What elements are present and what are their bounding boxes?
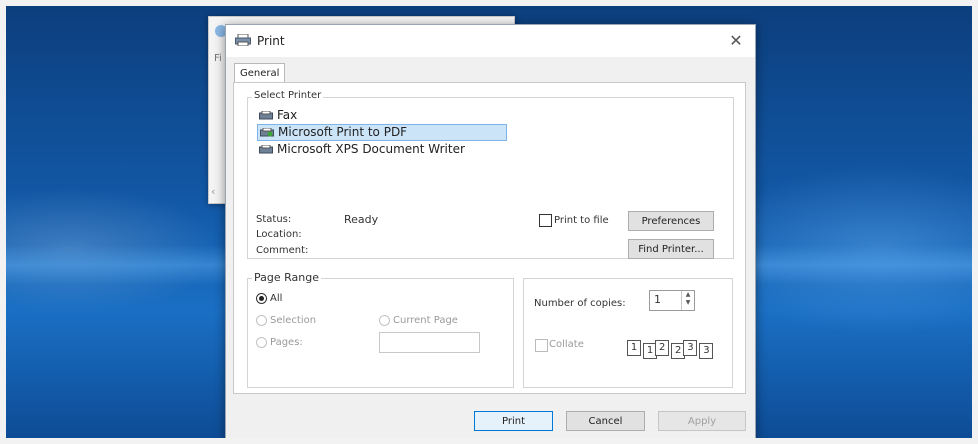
spin-arrows-icon[interactable]: ▲ ▼ <box>681 291 694 310</box>
copies-value: 1 <box>654 293 661 306</box>
printer-list: Fax Microsoft Print to PDF Microsoft XPS… <box>257 107 517 158</box>
printer-name: Microsoft Print to PDF <box>278 125 408 139</box>
print-button[interactable]: Print <box>474 411 553 431</box>
selection-label[interactable]: Selection <box>270 315 316 326</box>
collate-checkbox[interactable] <box>535 339 548 352</box>
collate-pages-icon: 11 22 33 <box>627 340 714 359</box>
pages-label[interactable]: Pages: <box>270 337 303 348</box>
page-range-title: Page Range <box>252 271 321 284</box>
printer-icon <box>235 34 251 46</box>
copies-stepper[interactable]: 1 ▲ ▼ <box>649 290 695 311</box>
print-dialog: Print ✕ General Select Printer Fax Micro… <box>225 24 756 440</box>
title-bar[interactable]: Print ✕ <box>226 25 755 57</box>
tab-general[interactable]: General <box>234 63 286 84</box>
location-label: Location: <box>256 229 302 240</box>
select-printer-title: Select Printer <box>252 90 324 101</box>
general-tab-panel: Select Printer Fax Microsoft Print to PD… <box>233 82 746 394</box>
printer-item-microsoft-xps-document-writer[interactable]: Microsoft XPS Document Writer <box>257 141 517 158</box>
print-to-file-label[interactable]: Print to file <box>554 215 609 226</box>
pages-radio[interactable] <box>256 337 267 348</box>
pdf-printer-icon <box>260 128 274 137</box>
cancel-button[interactable]: Cancel <box>566 411 645 431</box>
collate-label[interactable]: Collate <box>549 339 584 350</box>
selection-radio[interactable] <box>256 315 267 326</box>
current-page-radio[interactable] <box>379 315 390 326</box>
status-label: Status: <box>256 214 292 225</box>
find-printer-button[interactable]: Find Printer... <box>628 239 714 259</box>
comment-label: Comment: <box>256 245 309 256</box>
close-button[interactable]: ✕ <box>725 30 747 52</box>
page-range-group: Page Range All Selection Current Page Pa… <box>247 271 514 388</box>
print-to-file-checkbox[interactable] <box>539 214 552 227</box>
all-radio[interactable] <box>256 293 267 304</box>
background-window-text: Fi <box>214 53 222 64</box>
printer-item-fax[interactable]: Fax <box>257 107 517 124</box>
copies-group: Number of copies: 1 ▲ ▼ Collate 11 22 33 <box>523 278 733 388</box>
all-label[interactable]: All <box>270 293 282 304</box>
scroll-left-icon[interactable]: ‹ <box>211 185 215 198</box>
current-page-label[interactable]: Current Page <box>393 315 458 326</box>
close-icon: ✕ <box>729 31 743 50</box>
fax-printer-icon <box>259 111 273 120</box>
select-printer-group: Select Printer Fax Microsoft Print to PD… <box>247 90 734 259</box>
pages-input[interactable] <box>379 332 480 353</box>
tab-strip: General <box>234 61 747 84</box>
xps-printer-icon <box>259 145 273 154</box>
printer-item-microsoft-print-to-pdf[interactable]: Microsoft Print to PDF <box>257 124 507 141</box>
printer-name: Microsoft XPS Document Writer <box>277 142 465 156</box>
status-value: Ready <box>344 213 379 226</box>
number-of-copies-label: Number of copies: <box>534 298 626 309</box>
preferences-button[interactable]: Preferences <box>628 211 714 231</box>
printer-name: Fax <box>277 108 298 122</box>
dialog-title: Print <box>257 34 285 48</box>
apply-button[interactable]: Apply <box>658 411 746 431</box>
